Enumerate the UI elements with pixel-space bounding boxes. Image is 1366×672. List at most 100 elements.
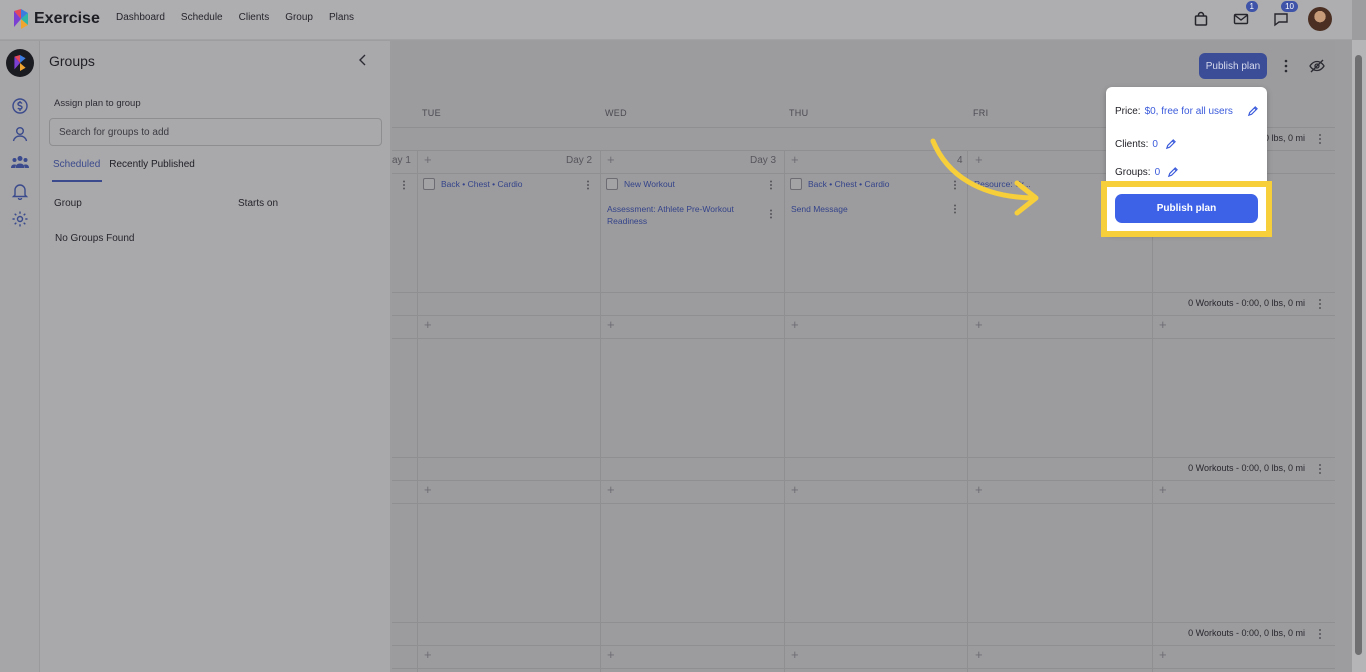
side-rail [0, 41, 40, 672]
hide-eye-icon[interactable] [1309, 58, 1325, 74]
workout-title[interactable]: New Workout [624, 179, 675, 189]
week-4-summary: 0 Workouts - 0:00, 0 lbs, 0 mi [1188, 628, 1305, 638]
shop-bag-icon[interactable] [1188, 6, 1214, 32]
card-menu-icon[interactable] [769, 209, 773, 219]
card-menu-icon[interactable] [586, 180, 590, 190]
price-value[interactable]: $0, free for all users [1145, 106, 1233, 117]
groups-value[interactable]: 0 [1155, 167, 1161, 178]
day-1-menu-icon[interactable] [402, 180, 406, 190]
add-day-icon[interactable]: + [791, 317, 799, 332]
workout-card-thu[interactable]: Back • Chest • Cardio [790, 178, 890, 190]
workout-checkbox[interactable] [790, 178, 802, 190]
edit-clients-pencil-icon[interactable] [1165, 139, 1176, 150]
week-3-summary-row: 0 Workouts - 0:00, 0 lbs, 0 mi [392, 457, 1335, 474]
day-header-thu: THU [789, 108, 809, 118]
add-day-icon[interactable]: + [607, 482, 615, 497]
app-logo-icon[interactable] [12, 9, 30, 29]
workout-title[interactable]: Back • Chest • Cardio [441, 179, 523, 189]
panel-tabs: Scheduled Recently Published [51, 159, 195, 182]
week-3-summary: 0 Workouts - 0:00, 0 lbs, 0 mi [1188, 463, 1305, 473]
day-header-tue: TUE [422, 108, 441, 118]
settings-icon[interactable] [11, 210, 29, 228]
collapse-chevron-left-icon[interactable] [356, 53, 370, 67]
panel-title: Groups [49, 53, 95, 69]
nav-plans[interactable]: Plans [329, 12, 354, 23]
week-2-menu-icon[interactable] [1317, 298, 1323, 310]
week-3-body-row [392, 503, 1335, 504]
nav-group[interactable]: Group [285, 12, 313, 23]
add-day-icon[interactable]: + [607, 647, 615, 662]
workout-checkbox[interactable] [606, 178, 618, 190]
add-day-icon[interactable]: + [791, 482, 799, 497]
add-day-icon[interactable]: + [975, 482, 983, 497]
day-header-fri: FRI [973, 108, 989, 118]
day-label-3: Day 3 [750, 155, 777, 166]
add-day-tue-icon[interactable]: + [424, 152, 432, 167]
mail-badge: 1 [1245, 1, 1258, 12]
column-starts-on: Starts on [238, 198, 279, 209]
add-day-icon[interactable]: + [424, 647, 432, 662]
add-day-icon[interactable]: + [975, 317, 983, 332]
assign-label: Assign plan to group [54, 98, 141, 109]
main-nav: Dashboard Schedule Clients Group Plans [116, 12, 354, 23]
add-day-icon[interactable]: + [791, 647, 799, 662]
assessment-card-wed[interactable]: Assessment: Athlete Pre-Workout Readines… [607, 203, 747, 227]
add-day-icon[interactable]: + [1159, 317, 1167, 332]
workout-card-tue[interactable]: Back • Chest • Cardio [423, 178, 523, 190]
add-day-icon[interactable]: + [607, 317, 615, 332]
chat-badge: 10 [1281, 1, 1298, 12]
add-day-icon[interactable]: + [1159, 647, 1167, 662]
edit-price-pencil-icon[interactable] [1247, 106, 1258, 117]
scrollbar-thumb[interactable] [1355, 55, 1362, 655]
week-3-menu-icon[interactable] [1317, 463, 1323, 475]
edit-groups-pencil-icon[interactable] [1167, 167, 1179, 178]
price-label: Price: [1115, 106, 1141, 117]
week-2-summary-row: 0 Workouts - 0:00, 0 lbs, 0 mi [392, 292, 1335, 309]
add-day-wed-icon[interactable]: + [607, 152, 615, 167]
org-logo-icon [14, 55, 26, 71]
org-avatar[interactable] [6, 49, 34, 77]
pointer-arrow-icon [930, 138, 1039, 216]
add-day-icon[interactable]: + [424, 482, 432, 497]
week-2-header-row [392, 315, 1335, 316]
group-search-input[interactable] [49, 118, 382, 146]
week-1-menu-icon[interactable] [1317, 133, 1323, 145]
workout-card-wed[interactable]: New Workout [606, 178, 675, 190]
groups-row: Groups: 0 [1115, 167, 1179, 178]
publish-plan-button[interactable]: Publish plan [1115, 194, 1258, 223]
column-divider [600, 150, 601, 672]
clients-label: Clients: [1115, 139, 1149, 150]
send-message-card-thu[interactable]: Send Message [791, 203, 848, 215]
workout-title[interactable]: Back • Chest • Cardio [808, 179, 890, 189]
week-1-summary: 0 lbs, 0 mi [1263, 133, 1305, 143]
week-2-body-row [392, 338, 1335, 339]
nav-dashboard[interactable]: Dashboard [116, 12, 165, 23]
nav-schedule[interactable]: Schedule [181, 12, 223, 23]
user-icon[interactable] [11, 125, 29, 143]
column-divider [784, 150, 785, 672]
clients-value[interactable]: 0 [1152, 139, 1158, 150]
column-group: Group [54, 198, 82, 209]
add-day-icon[interactable]: + [424, 317, 432, 332]
tab-scheduled[interactable]: Scheduled [51, 159, 103, 182]
add-day-icon[interactable]: + [975, 647, 983, 662]
chat-icon[interactable]: 10 [1268, 1, 1298, 32]
workout-checkbox[interactable] [423, 178, 435, 190]
user-avatar[interactable] [1308, 7, 1332, 31]
bell-icon[interactable] [11, 182, 29, 200]
add-day-icon[interactable]: + [1159, 482, 1167, 497]
day-header-wed: WED [605, 108, 627, 118]
week-4-body-row [392, 668, 1335, 669]
mail-icon[interactable]: 1 [1228, 1, 1258, 32]
week-4-header-row [392, 645, 1335, 646]
billing-icon[interactable] [11, 97, 29, 115]
card-menu-icon[interactable] [769, 180, 773, 190]
groups-icon[interactable] [11, 153, 29, 171]
tab-recently-published[interactable]: Recently Published [109, 159, 195, 170]
more-options-icon[interactable] [1282, 58, 1290, 74]
add-day-thu-icon[interactable]: + [791, 152, 799, 167]
brand-name[interactable]: Exercise [34, 10, 100, 28]
publish-plan-top-button[interactable]: Publish plan [1199, 53, 1267, 79]
week-4-menu-icon[interactable] [1317, 628, 1323, 640]
nav-clients[interactable]: Clients [239, 12, 270, 23]
